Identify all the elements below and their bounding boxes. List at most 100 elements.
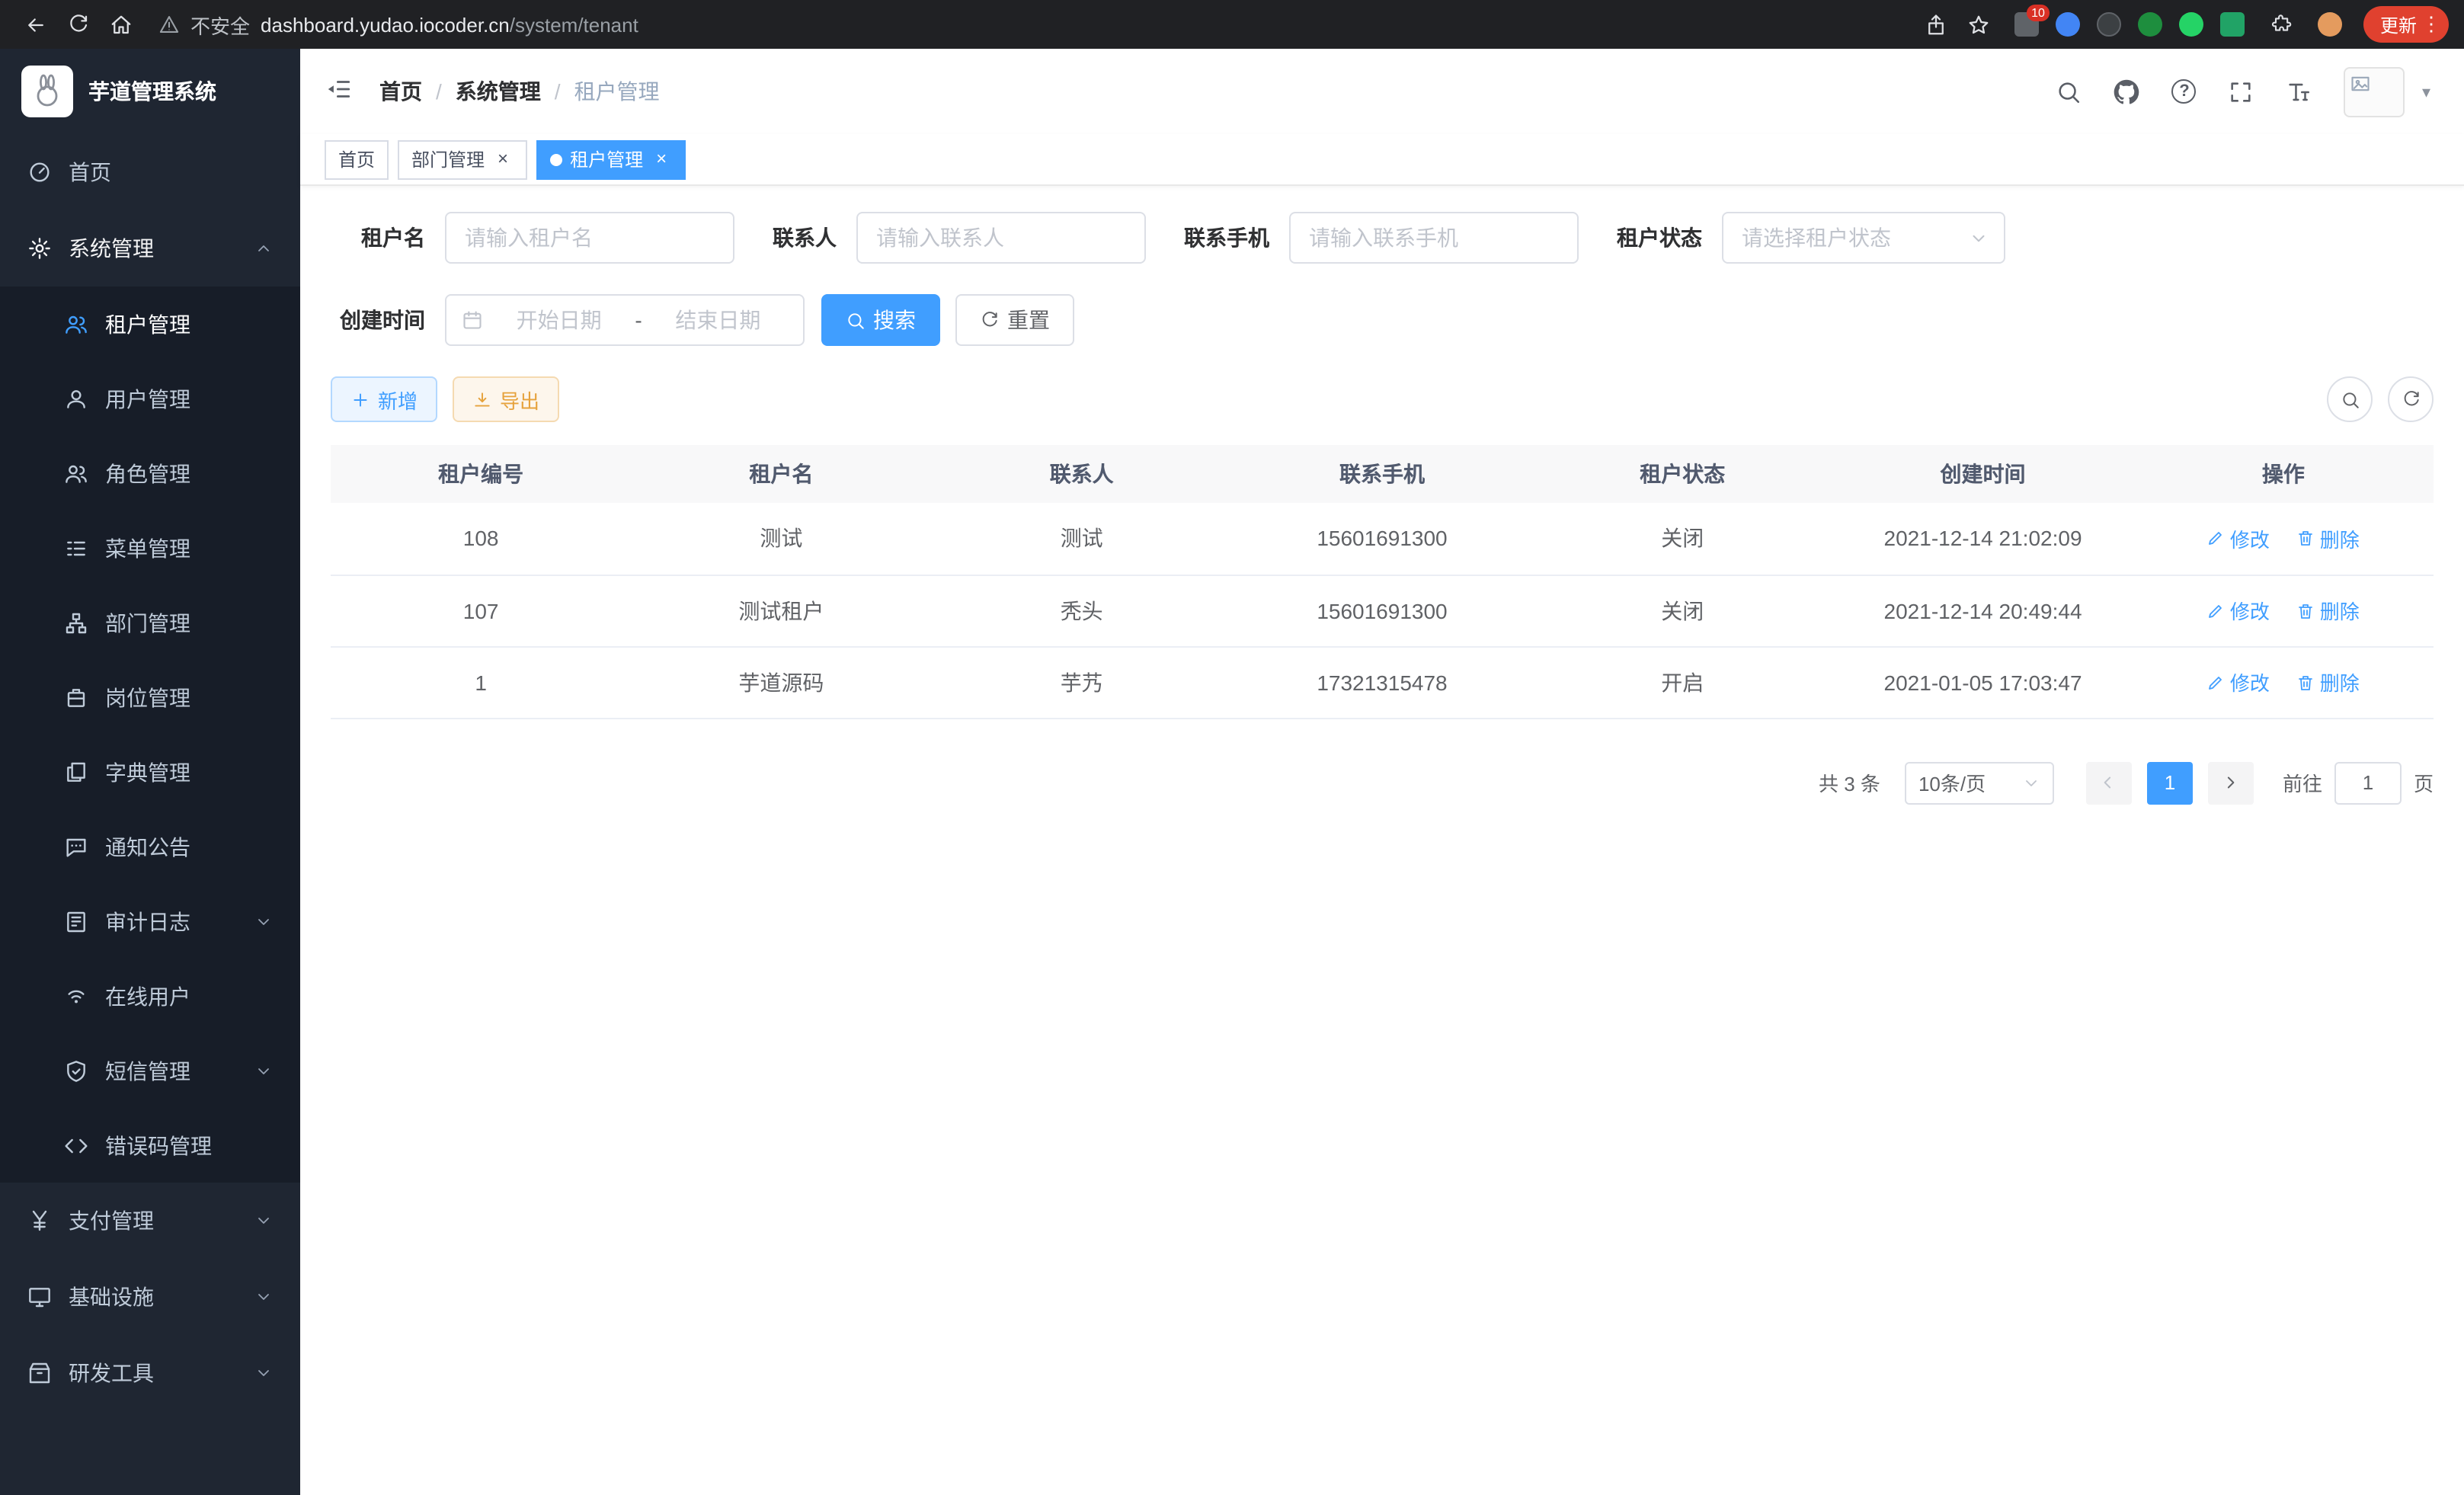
- edit-link[interactable]: 修改: [2207, 524, 2270, 553]
- delete-link[interactable]: 删除: [2297, 596, 2360, 625]
- delete-link[interactable]: 删除: [2297, 667, 2360, 696]
- reset-button[interactable]: 重置: [955, 294, 1074, 346]
- header-actions: ? ▾: [2056, 66, 2430, 117]
- browser-reload-button[interactable]: [58, 5, 98, 44]
- column-header-tenant-name: 租户名: [631, 445, 931, 503]
- menu-tree-icon: [64, 536, 88, 560]
- kebab-menu-icon: ⋮: [2421, 12, 2441, 37]
- screen: 不安全 dashboard.yudao.iocoder.cn/system/te…: [0, 0, 2464, 1495]
- breadcrumb-system[interactable]: 系统管理: [456, 76, 541, 107]
- sidebar-item-pay[interactable]: 支付管理: [0, 1183, 300, 1259]
- browser-back-button[interactable]: [15, 5, 55, 44]
- sidebar-item-dept[interactable]: 部门管理: [0, 585, 300, 660]
- chevron-up-icon: [254, 239, 273, 258]
- tag-tenant[interactable]: 租户管理 ×: [536, 139, 686, 179]
- refresh-icon: [2401, 389, 2421, 409]
- shield-icon: [64, 1058, 88, 1083]
- prev-page-button[interactable]: [2086, 761, 2132, 804]
- sidebar-item-errcode[interactable]: 错误码管理: [0, 1108, 300, 1183]
- table-toolbar: 新增 导出: [331, 376, 2434, 422]
- page-number-button[interactable]: 1: [2147, 761, 2193, 804]
- mobile-input[interactable]: [1289, 212, 1579, 264]
- date-start-placeholder: 开始日期: [489, 305, 629, 335]
- cell-tenant-name: 芋道源码: [631, 646, 931, 718]
- sidebar-item-system[interactable]: 系统管理: [0, 210, 300, 287]
- sidebar-item-tenant[interactable]: 租户管理: [0, 287, 300, 361]
- page-size-select[interactable]: 10条/页: [1905, 761, 2054, 804]
- breadcrumb-home[interactable]: 首页: [379, 76, 422, 107]
- sidebar-item-infra[interactable]: 基础设施: [0, 1259, 300, 1335]
- yen-icon: [27, 1208, 52, 1233]
- tenant-status-select[interactable]: 请选择租户状态: [1722, 212, 2005, 264]
- extension-icon[interactable]: [2179, 12, 2203, 37]
- edit-icon: [2207, 601, 2226, 619]
- sidebar-item-online[interactable]: 在线用户: [0, 959, 300, 1033]
- font-size-icon[interactable]: [2286, 78, 2312, 104]
- column-header-actions: 操作: [2133, 445, 2434, 503]
- fullscreen-icon[interactable]: [2229, 78, 2254, 104]
- next-page-button[interactable]: [2208, 761, 2254, 804]
- app-logo[interactable]: 芋道管理系统: [0, 49, 300, 134]
- message-bubble-icon: [64, 834, 88, 859]
- browser-profile-avatar[interactable]: [2318, 12, 2342, 37]
- user-avatar[interactable]: [2344, 66, 2405, 117]
- tag-home[interactable]: 首页: [325, 139, 389, 179]
- tag-dept[interactable]: 部门管理 ×: [398, 139, 527, 179]
- browser-update-button[interactable]: 更新 ⋮: [2363, 6, 2449, 43]
- sidebar-item-label: 首页: [69, 157, 111, 187]
- extension-icon[interactable]: [2138, 12, 2162, 37]
- extension-icon[interactable]: [2220, 12, 2245, 37]
- sidebar-toggle-button[interactable]: [322, 72, 357, 111]
- sidebar-item-label: 用户管理: [105, 383, 190, 414]
- bookmark-star-icon[interactable]: [1960, 5, 1999, 44]
- sidebar-item-notice[interactable]: 通知公告: [0, 809, 300, 884]
- sidebar-item-post[interactable]: 岗位管理: [0, 660, 300, 735]
- close-icon[interactable]: ×: [492, 149, 514, 170]
- export-button[interactable]: 导出: [453, 376, 559, 422]
- sidebar-item-label: 研发工具: [69, 1358, 154, 1388]
- github-icon[interactable]: [2114, 78, 2140, 104]
- extension-icon[interactable]: 10: [2014, 12, 2039, 37]
- goto-label: 前往: [2283, 768, 2322, 797]
- user-icon: [64, 386, 88, 411]
- header-search-icon[interactable]: [2056, 78, 2082, 104]
- cell-contact: 测试: [932, 503, 1232, 575]
- extension-icon[interactable]: [2097, 12, 2121, 37]
- close-icon[interactable]: ×: [651, 149, 672, 170]
- share-icon[interactable]: [1917, 5, 1957, 44]
- page-size-value: 10条/页: [1918, 768, 1986, 797]
- sidebar-item-audit[interactable]: 审计日志: [0, 884, 300, 959]
- help-icon[interactable]: ?: [2172, 79, 2197, 104]
- search-button[interactable]: 搜索: [821, 294, 940, 346]
- edit-link[interactable]: 修改: [2207, 596, 2270, 625]
- sidebar-item-role[interactable]: 角色管理: [0, 436, 300, 511]
- add-button[interactable]: 新增: [331, 376, 437, 422]
- main-area: 首页 / 系统管理 / 租户管理 ? ▾ 首页: [300, 49, 2464, 1495]
- extensions-puzzle-icon[interactable]: [2261, 5, 2301, 44]
- refresh-table-button[interactable]: [2388, 376, 2434, 422]
- caret-down-icon[interactable]: ▾: [2422, 82, 2430, 101]
- cell-mobile: 15601691300: [1232, 503, 1532, 575]
- sidebar-item-dict[interactable]: 字典管理: [0, 735, 300, 809]
- tenant-name-input[interactable]: [445, 212, 734, 264]
- browser-home-button[interactable]: [101, 5, 140, 44]
- extension-icon[interactable]: [2056, 12, 2080, 37]
- sidebar-item-sms[interactable]: 短信管理: [0, 1033, 300, 1108]
- toggle-search-button[interactable]: [2327, 376, 2373, 422]
- cell-status: 关闭: [1532, 575, 1832, 646]
- sidebar-item-tools[interactable]: 研发工具: [0, 1335, 300, 1411]
- cell-status: 关闭: [1532, 503, 1832, 575]
- goto-page-input[interactable]: [2334, 761, 2402, 804]
- contact-input[interactable]: [856, 212, 1146, 264]
- edit-link[interactable]: 修改: [2207, 667, 2270, 696]
- tenant-icon: [64, 312, 88, 336]
- delete-link[interactable]: 删除: [2297, 524, 2360, 553]
- sidebar-item-menu[interactable]: 菜单管理: [0, 511, 300, 585]
- sidebar-item-label: 角色管理: [105, 458, 190, 488]
- address-bar[interactable]: 不安全 dashboard.yudao.iocoder.cn/system/te…: [158, 10, 1899, 39]
- create-time-range-picker[interactable]: 开始日期 - 结束日期: [445, 294, 805, 346]
- sidebar-item-home[interactable]: 首页: [0, 134, 300, 210]
- toolbox-icon: [27, 1361, 52, 1385]
- chevron-down-icon: [254, 1364, 273, 1382]
- sidebar-item-user[interactable]: 用户管理: [0, 361, 300, 436]
